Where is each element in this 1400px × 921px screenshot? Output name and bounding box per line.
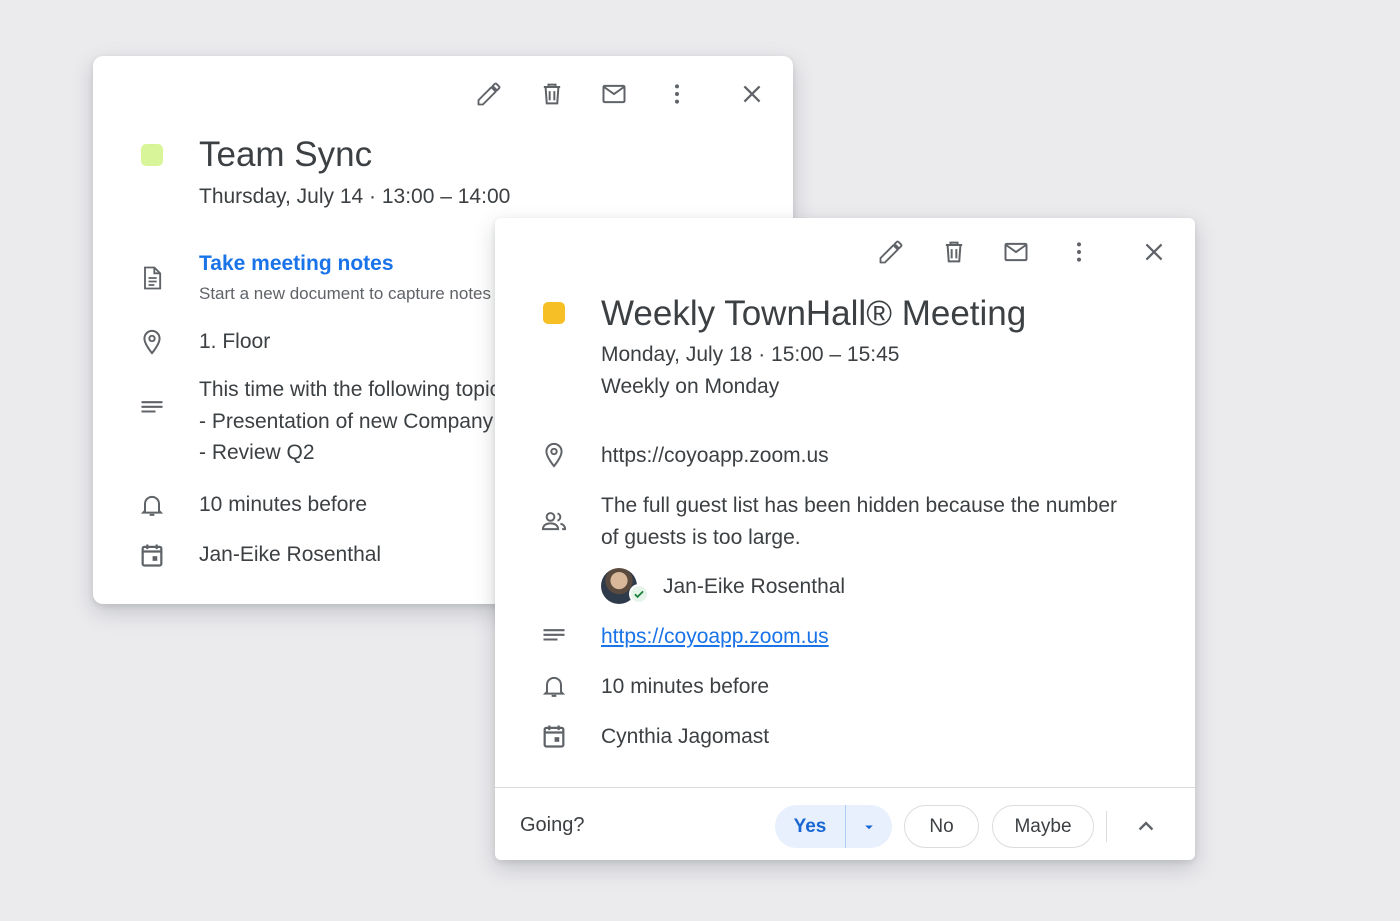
event-title: Team Sync [199,135,373,174]
collapse-button[interactable] [1126,806,1166,846]
bell-icon [137,490,167,520]
event-card-weekly-townhall: Weekly TownHall® Meeting Monday, July 18… [495,218,1195,860]
event-organizer: Cynthia Jagomast [601,725,770,748]
event-color-swatch [141,144,163,166]
caret-down-icon [865,825,873,829]
event-organizer: Jan-Eike Rosenthal [199,543,382,566]
notes-subtitle: Start a new document to capture notes [199,284,492,303]
edit-button[interactable] [871,232,911,272]
accepted-check-icon [629,584,649,604]
rsvp-yes-button[interactable]: Yes [775,805,846,848]
close-button[interactable] [1134,232,1174,272]
more-vert-icon [675,84,679,104]
delete-button[interactable] [934,232,974,272]
take-meeting-notes-link[interactable]: Take meeting notes [199,252,394,276]
edit-icon [477,82,501,106]
email-icon [1004,242,1028,262]
calendar-icon [137,540,167,570]
document-icon [137,263,167,293]
footer-divider [1106,811,1107,842]
close-icon [1145,243,1163,261]
going-label: Going? [520,814,585,836]
edit-icon [879,240,903,264]
rsvp-footer: Going? Yes No Maybe [495,787,1195,860]
description-line: - Presentation of new Company [199,410,494,433]
event-datetime: Thursday, July 14 · 13:00 – 14:00 [199,185,511,208]
close-button[interactable] [732,74,772,114]
event-title: Weekly TownHall® Meeting [601,294,1027,333]
rsvp-yes-group: Yes [775,805,892,848]
email-icon [602,84,626,104]
delete-button[interactable] [532,74,572,114]
email-guests-button[interactable] [996,232,1036,272]
event-color-swatch [543,302,565,324]
description-icon [137,393,167,423]
event-recurrence: Weekly on Monday [601,375,780,398]
description-line: - Review Q2 [199,441,315,464]
event-reminder: 10 minutes before [199,493,368,516]
rsvp-no-button[interactable]: No [904,805,979,848]
guest-list-hidden-message: The full guest list has been hidden beca… [601,494,1118,517]
event-datetime: Monday, July 18 · 15:00 – 15:45 [601,343,900,366]
more-vert-icon [1077,242,1081,262]
description-line: This time with the following topics: [199,378,495,401]
guest-name: Jan-Eike Rosenthal [663,575,846,598]
bell-icon [539,671,569,701]
chevron-up-icon [1138,821,1154,831]
event-reminder: 10 minutes before [601,675,770,698]
guest-list-hidden-message-cont: of guests is too large. [601,526,801,549]
description-icon [539,621,569,651]
close-icon [743,85,761,103]
edit-button[interactable] [469,74,509,114]
rsvp-yes-dropdown-button[interactable] [846,805,892,848]
rsvp-maybe-button[interactable]: Maybe [992,805,1094,848]
event-location: https://coyoapp.zoom.us [601,444,829,467]
calendar-icon [539,721,569,751]
description-link[interactable]: https://coyoapp.zoom.us [601,625,829,649]
email-guests-button[interactable] [594,74,634,114]
event-location: 1. Floor [199,330,271,353]
people-icon [539,506,569,536]
location-pin-icon [137,327,167,357]
delete-icon [543,83,561,105]
more-options-button[interactable] [657,74,697,114]
delete-icon [945,241,963,263]
more-options-button[interactable] [1059,232,1099,272]
location-pin-icon [539,440,569,470]
